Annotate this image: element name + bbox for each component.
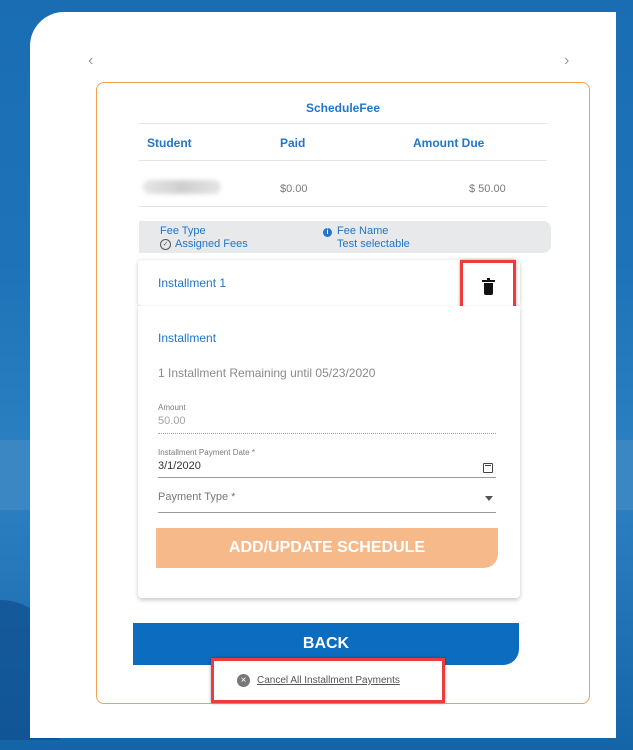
installment-header-label: Installment 1 <box>158 276 227 290</box>
installments-remaining-text: 1 Installment Remaining until 05/23/2020 <box>158 366 376 380</box>
cancel-circle-icon: × <box>237 674 250 687</box>
add-update-schedule-button[interactable]: ADD/UPDATE SCHEDULE <box>156 528 498 568</box>
fee-type-value: ✓ Assigned Fees <box>160 238 248 250</box>
fee-name-value: Test selectable <box>337 238 410 250</box>
amount-label: Amount <box>158 403 186 412</box>
check-circle-icon: ✓ <box>160 238 171 250</box>
payment-type-select[interactable]: Payment Type * <box>158 489 498 509</box>
cancel-all-installments-link[interactable]: Cancel All Installment Payments <box>257 675 400 686</box>
chevron-down-icon <box>485 496 493 501</box>
next-arrow-icon[interactable]: › <box>564 52 569 70</box>
payment-date-underline <box>158 477 496 478</box>
info-icon[interactable]: i <box>323 228 332 237</box>
divider <box>139 123 547 124</box>
payment-date-field[interactable]: 3/1/2020 <box>158 460 201 472</box>
panel-title: ScheduleFee <box>305 101 381 115</box>
installment-section-title: Installment <box>158 331 217 345</box>
calendar-icon[interactable] <box>483 463 493 473</box>
modal-card: ‹ › ScheduleFee Student Paid Amount Due … <box>30 12 616 738</box>
cancel-all-installments-button[interactable]: × Cancel All Installment Payments <box>211 658 445 703</box>
column-amount-due: Amount Due <box>413 136 485 150</box>
fee-type-text: Assigned Fees <box>175 238 248 250</box>
prev-arrow-icon[interactable]: ‹ <box>88 52 93 70</box>
trash-icon <box>482 278 495 295</box>
fee-name-label: Fee Name <box>337 225 389 237</box>
installment-form: Installment 1 Installment Remaining unti… <box>138 306 520 598</box>
student-name-redacted <box>143 180 221 194</box>
divider <box>139 160 547 161</box>
paid-value: $0.00 <box>280 183 308 195</box>
payment-type-placeholder: Payment Type * <box>158 491 236 503</box>
amount-due-value: $ 50.00 <box>469 183 506 195</box>
column-paid: Paid <box>280 136 306 150</box>
amount-field: 50.00 <box>158 415 186 427</box>
schedule-fee-panel: ScheduleFee Student Paid Amount Due $0.0… <box>96 82 590 704</box>
payment-type-underline <box>158 512 496 513</box>
column-student: Student <box>147 136 192 150</box>
amount-underline <box>158 433 496 434</box>
fee-type-label: Fee Type <box>160 225 206 237</box>
fee-info-bar: Fee Type ✓ Assigned Fees i Fee Name Test … <box>139 221 551 253</box>
divider <box>139 206 547 207</box>
payment-date-label: Installment Payment Date * <box>158 448 255 457</box>
